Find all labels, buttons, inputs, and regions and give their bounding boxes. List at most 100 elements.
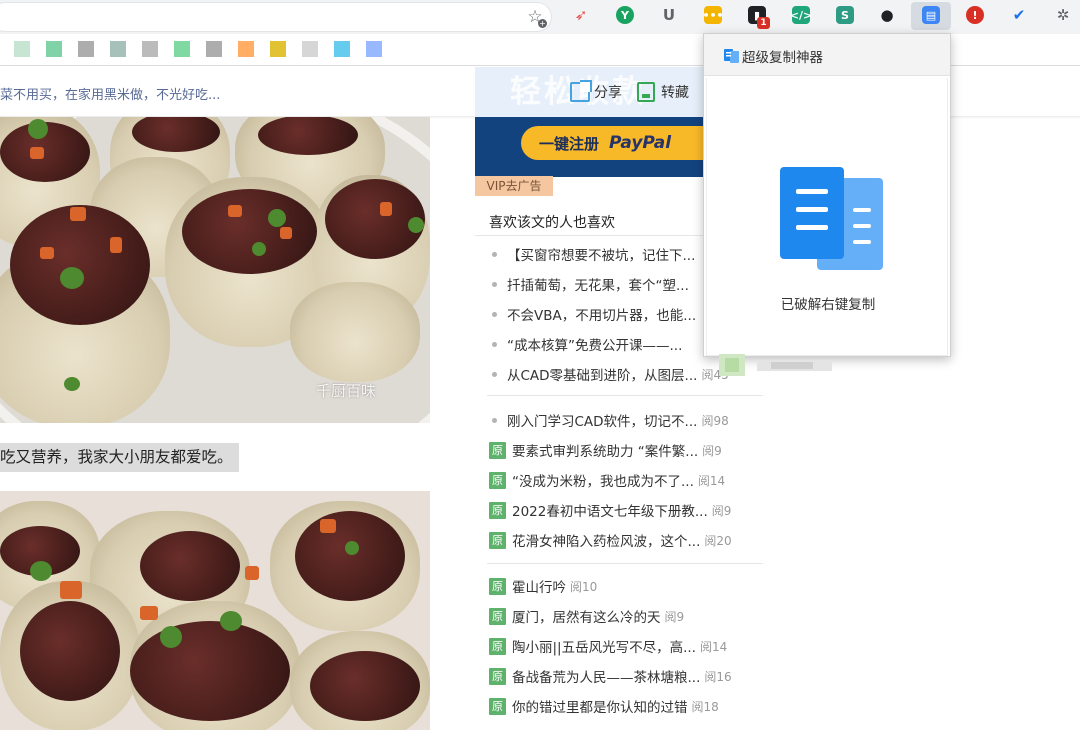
related-article-title: 不会VBA，不用切片器，也能... (507, 308, 697, 324)
paypal-register-button[interactable]: 一键注册 PayPal (521, 126, 721, 160)
original-tag: 原 (489, 637, 506, 655)
read-count: 阅16 (704, 669, 732, 684)
read-count: 阅20 (704, 533, 732, 548)
original-tag: 原 (489, 441, 506, 459)
read-count: 阅98 (701, 413, 729, 428)
related-article-link[interactable]: 扦插葡萄，无花果，套个“塑... (489, 274, 689, 294)
collect-button[interactable]: 转藏 (637, 80, 689, 104)
divider (487, 395, 763, 396)
bookmark-favicon[interactable] (110, 41, 126, 57)
related-article-link[interactable]: 原备战备荒为人民——茶林塘粮... 阅16 (489, 666, 732, 686)
extension-badge: 1 (757, 17, 770, 29)
read-count: 阅10 (570, 579, 598, 594)
collect-label: 转藏 (661, 85, 689, 101)
popup-status-text: 已破解右键复制 (780, 297, 876, 313)
bullet-dot (492, 281, 497, 287)
related-article-link[interactable]: 原 “没成为米粉，我也成为不了... 阅14 (489, 470, 725, 490)
spy-extension-icon[interactable]: ● (878, 6, 896, 24)
popup-body: 已破解右键复制 (706, 78, 948, 376)
share-label: 分享 (594, 85, 622, 101)
article-photo-dumplings (0, 117, 430, 423)
original-tag: 原 (489, 471, 506, 489)
bullet-dot (492, 417, 497, 423)
read-count: 阅14 (699, 639, 728, 654)
bookmark-favicon[interactable] (46, 41, 62, 57)
related-article-link[interactable]: 原花滑女神陷入药检风波，这个... 阅20 (489, 530, 732, 550)
bookmark-favicon[interactable] (174, 41, 190, 57)
save-icon (637, 82, 655, 102)
original-tag: 原 (489, 531, 506, 549)
copy-document-icon (780, 167, 844, 259)
divider (487, 563, 763, 564)
puzzle-extension-icon[interactable]: ✲ (1054, 6, 1072, 24)
related-article-title: “成本核算”免费公开课——... (507, 338, 683, 354)
original-tag: 原 (489, 607, 506, 625)
copy-extension-icon[interactable]: ▤ (922, 6, 940, 24)
read-count: 阅9 (711, 503, 732, 518)
related-article-title: 霍山行吟 (512, 580, 566, 596)
bookmark-favicon[interactable] (206, 41, 222, 57)
related-article-link[interactable]: “成本核算”免费公开课——... (489, 334, 682, 354)
bullet-dot (492, 371, 497, 377)
bookmark-favicon[interactable] (334, 41, 350, 57)
s-extension-icon[interactable]: S (836, 6, 854, 24)
related-article-link[interactable]: 【买窗帘想要不被坑，记住下... (489, 244, 695, 264)
related-article-link[interactable]: 原你的错过里都是你认知的过错 阅18 (489, 696, 719, 716)
related-article-title: 备战备荒为人民——茶林塘粮... (512, 670, 701, 686)
bookmark-favicon[interactable] (142, 41, 158, 57)
original-tag: 原 (489, 501, 506, 519)
bookmark-favicon[interactable] (14, 41, 30, 57)
user-name-blurred (757, 360, 832, 371)
paypal-logo: PayPal (609, 133, 672, 153)
related-article-title: 陶小丽||五岳风光写不尽，高... (512, 640, 696, 656)
related-article-title: 要素式审判系统助力 “案件繁... (512, 444, 699, 460)
alert-extension-icon[interactable]: ! (966, 6, 984, 24)
copy-logo-icon (724, 49, 739, 63)
bullet-dot (492, 251, 497, 257)
shield-extension-icon[interactable]: U (660, 6, 678, 24)
browser-toolbar: ☆ + ➶ Y U ••• ▮ </> S ● ▤! ✔ ✲ 1 (0, 0, 1080, 34)
related-article-link[interactable]: 原要素式审判系统助力 “案件繁... 阅9 (489, 440, 722, 460)
code-extension-icon[interactable]: </> (790, 6, 812, 24)
related-article-title: 【买窗帘想要不被坑，记住下... (507, 248, 696, 264)
read-count: 阅14 (697, 473, 726, 488)
related-article-title: 刚入门学习CAD软件，切记不... (507, 414, 698, 430)
address-bar[interactable] (0, 2, 552, 32)
extension-popup: 超级复制神器 已破解右键复制 (703, 33, 951, 376)
related-article-link[interactable]: 原霍山行吟 阅10 (489, 576, 597, 596)
bookmark-favicon[interactable] (366, 41, 382, 57)
related-article-link[interactable]: 原陶小丽||五岳风光写不尽，高... 阅14 (489, 636, 727, 656)
related-article-title: 花滑女神陷入药检风波，这个... (512, 534, 701, 550)
rocket-extension-icon[interactable]: ➶ (572, 6, 590, 24)
share-icon (570, 80, 592, 102)
popup-title: 超级复制神器 (742, 50, 823, 66)
related-article-link[interactable]: 刚入门学习CAD软件，切记不... 阅98 (489, 410, 729, 430)
bullet-dot (492, 341, 497, 347)
original-tag: 原 (489, 577, 506, 595)
share-button[interactable]: 分享 (570, 80, 622, 104)
related-article-link[interactable]: 不会VBA，不用切片器，也能... (489, 304, 696, 324)
original-tag: 原 (489, 667, 506, 685)
bookmark-favicon[interactable] (238, 41, 254, 57)
related-article-link[interactable]: 原 2022春初中语文七年级下册教... 阅9 (489, 500, 731, 520)
related-article-title: 扦插葡萄，无花果，套个“塑... (507, 278, 689, 294)
browser-window: ☆ + ➶ Y U ••• ▮ </> S ● ▤! ✔ ✲ 1 菜不用买，在家用黑米做，不光好吃..… (0, 0, 1080, 730)
bookmark-star-icon[interactable]: ☆ + (526, 8, 547, 28)
check-extension-icon[interactable]: ✔ (1010, 6, 1028, 24)
original-tag: 原 (489, 697, 506, 715)
vip-remove-ads-tag[interactable]: VIP去广告 (475, 176, 553, 196)
related-article-link[interactable]: 从CAD零基础到进阶，从图层... 阅45 (489, 364, 729, 384)
ad-cta: 一键注册 (539, 134, 600, 153)
article-title-snippet: 菜不用买，在家用黑米做，不光好吃... (0, 88, 221, 103)
popup-header: 超级复制神器 (704, 34, 950, 76)
yellow-dots-extension-icon[interactable]: ••• (702, 6, 724, 24)
read-count: 阅18 (691, 699, 719, 714)
related-article-link[interactable]: 原厦门，居然有这么冷的天 阅9 (489, 606, 684, 626)
bookmark-favicon[interactable] (78, 41, 94, 57)
article-caption: 吃又营养，我家大小朋友都爱吃。 (0, 443, 239, 472)
bookmark-favicon[interactable] (302, 41, 318, 57)
related-article-title: 从CAD零基础到进阶，从图层... (507, 368, 698, 384)
y-extension-icon[interactable]: Y (616, 6, 634, 24)
related-article-title: “没成为米粉，我也成为不了... (512, 474, 694, 490)
bookmark-favicon[interactable] (270, 41, 286, 57)
